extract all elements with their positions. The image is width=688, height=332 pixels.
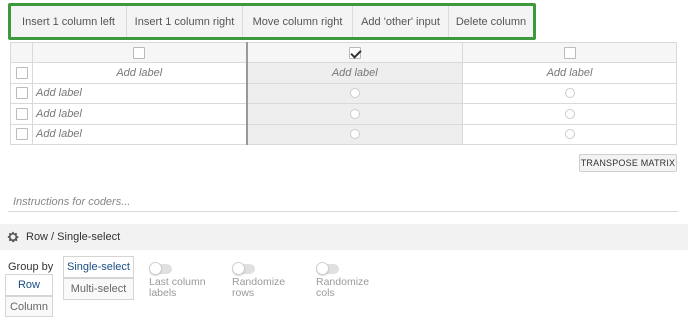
group-by-row-option[interactable]: Row: [5, 274, 53, 296]
delete-column-button[interactable]: Delete column: [449, 6, 533, 37]
column-checkbox[interactable]: [563, 46, 576, 59]
toggle-label-line: labels: [149, 287, 177, 299]
insert-column-right-button[interactable]: Insert 1 column right: [127, 6, 243, 37]
move-column-right-button[interactable]: Move column right: [243, 6, 353, 37]
group-by-label: Group by: [8, 261, 54, 273]
radio-cell: [245, 82, 463, 104]
question-type-label: Row / Single-select: [26, 231, 121, 243]
toggle-label-line: cols: [316, 287, 335, 299]
toggle-knob: [316, 262, 329, 275]
radio-button[interactable]: [564, 129, 575, 140]
matrix-row: Add label: [10, 103, 677, 125]
randomize-rows-label: Randomize rows: [232, 277, 285, 299]
question-type-bar[interactable]: Row / Single-select: [0, 224, 688, 250]
label-row-checkbox[interactable]: [15, 66, 28, 79]
column-checkbox-checked[interactable]: [348, 46, 361, 59]
radio-button[interactable]: [349, 88, 360, 99]
radio-cell: [462, 123, 677, 145]
column-select-row: [10, 42, 677, 63]
row-select-cell: [10, 123, 33, 145]
gear-icon: [7, 231, 19, 243]
matrix-row: Add label: [10, 82, 677, 104]
toggle-label-line: rows: [232, 287, 255, 299]
transpose-matrix-button[interactable]: TRANSPOSE MATRIX: [579, 154, 677, 172]
row-checkbox[interactable]: [15, 107, 28, 120]
instructions-input[interactable]: [8, 193, 678, 211]
column-checkbox[interactable]: [133, 46, 146, 59]
instructions-field-wrapper: [8, 192, 678, 212]
column-select-cell: [462, 42, 677, 63]
radio-button[interactable]: [564, 88, 575, 99]
last-column-labels-toggle[interactable]: [149, 262, 172, 275]
radio-cell: [462, 82, 677, 104]
corner-cell: [10, 42, 33, 63]
radio-button[interactable]: [564, 108, 575, 119]
toggle-knob: [149, 262, 162, 275]
randomize-cols-label: Randomize cols: [316, 277, 369, 299]
single-select-option[interactable]: Single-select: [63, 256, 134, 278]
radio-cell: [245, 123, 463, 145]
column-toolbar: Insert 1 column left Insert 1 column rig…: [8, 3, 536, 40]
column-label[interactable]: Add label: [462, 62, 677, 84]
radio-cell: [245, 103, 463, 125]
row-checkbox[interactable]: [15, 87, 28, 100]
radio-button[interactable]: [349, 108, 360, 119]
row-select-cell: [10, 62, 33, 84]
toggle-knob: [232, 262, 245, 275]
multi-select-option[interactable]: Multi-select: [63, 278, 134, 300]
randomize-cols-toggle[interactable]: [316, 262, 339, 275]
column-label-row: Add label Add label Add label: [10, 62, 677, 84]
column-select-cell: [245, 42, 463, 63]
column-select-cell: [32, 42, 247, 63]
matrix-row: Add label: [10, 123, 677, 145]
row-label[interactable]: Add label: [32, 103, 247, 125]
row-select-cell: [10, 103, 33, 125]
row-label[interactable]: Add label: [32, 123, 247, 145]
last-column-labels-label: Last column labels: [149, 277, 206, 299]
column-label[interactable]: Add label: [32, 62, 247, 84]
add-other-input-button[interactable]: Add 'other' input: [353, 6, 449, 37]
matrix-table: Add label Add label Add label Add label …: [10, 42, 677, 145]
column-label[interactable]: Add label: [245, 62, 463, 84]
row-label[interactable]: Add label: [32, 82, 247, 104]
insert-column-left-button[interactable]: Insert 1 column left: [11, 6, 127, 37]
radio-button[interactable]: [349, 129, 360, 140]
radio-cell: [462, 103, 677, 125]
row-checkbox[interactable]: [15, 128, 28, 141]
randomize-rows-toggle[interactable]: [232, 262, 255, 275]
row-select-cell: [10, 82, 33, 104]
group-by-column-option[interactable]: Column: [5, 296, 53, 317]
